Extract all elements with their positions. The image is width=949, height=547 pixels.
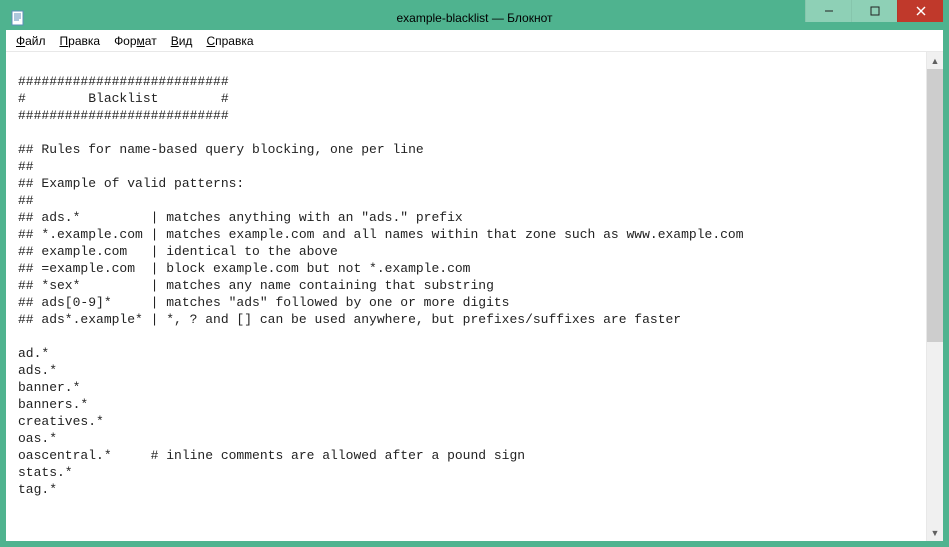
minimize-button[interactable] bbox=[805, 0, 851, 22]
vertical-scrollbar[interactable]: ▲ ▼ bbox=[926, 52, 943, 541]
menu-edit[interactable]: Правка bbox=[54, 32, 107, 50]
close-button[interactable] bbox=[897, 0, 943, 22]
scroll-track[interactable] bbox=[927, 69, 943, 524]
scroll-thumb[interactable] bbox=[927, 69, 943, 342]
menubar: Файл Правка Формат Вид Справка bbox=[6, 30, 943, 52]
window-frame: example-blacklist — Блокнот Файл Правка … bbox=[0, 0, 949, 547]
menu-view[interactable]: Вид bbox=[165, 32, 199, 50]
menu-help[interactable]: Справка bbox=[200, 32, 259, 50]
scroll-down-arrow-icon[interactable]: ▼ bbox=[927, 524, 943, 541]
window-title: example-blacklist — Блокнот bbox=[6, 11, 943, 25]
editor-wrap: ########################### # Blacklist … bbox=[6, 52, 943, 541]
text-editor[interactable]: ########################### # Blacklist … bbox=[6, 52, 926, 541]
app-icon bbox=[10, 10, 26, 26]
menu-format[interactable]: Формат bbox=[108, 32, 163, 50]
titlebar[interactable]: example-blacklist — Блокнот bbox=[6, 6, 943, 30]
menu-file[interactable]: Файл bbox=[10, 32, 52, 50]
scroll-up-arrow-icon[interactable]: ▲ bbox=[927, 52, 943, 69]
maximize-button[interactable] bbox=[851, 0, 897, 22]
window-controls bbox=[805, 0, 943, 22]
